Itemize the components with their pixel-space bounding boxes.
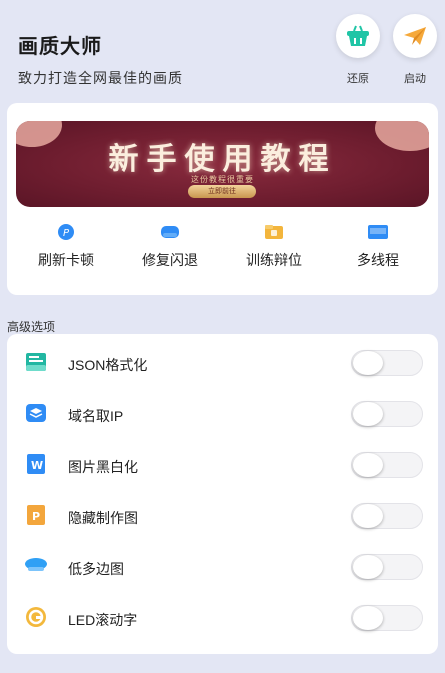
app-subtitle: 致力打造全网最佳的画质 (18, 70, 183, 86)
basket-icon (336, 14, 380, 58)
quick-action-multithread[interactable]: 多线程 (333, 223, 423, 270)
option-label: 图片黑白化 (68, 459, 138, 475)
json-format-toggle[interactable] (351, 350, 423, 376)
option-row-hidden-image: P 隐藏制作图 (7, 489, 438, 540)
hidden-image-toggle[interactable] (351, 503, 423, 529)
cloud-icon (159, 223, 181, 241)
word-doc-icon: W (24, 453, 48, 475)
quick-action-label: 训练辩位 (246, 252, 302, 268)
banner-subtitle: 这份教程很重要 (191, 175, 254, 184)
app-title: 画质大师 (18, 36, 102, 58)
led-text-toggle[interactable] (351, 605, 423, 631)
option-row-json: JSON格式化 (7, 336, 438, 387)
p-badge-icon: P (55, 223, 77, 241)
quick-action-label: 刷新卡顿 (38, 252, 94, 268)
folder-icon (263, 223, 285, 241)
option-row-domain-ip: 域名取IP (7, 387, 438, 438)
app-header: 画质大师 致力打造全网最佳的画质 还原 启动 (0, 0, 445, 100)
feature-card: 新手使用教程 这份教程很重要 立即前往 P 刷新卡顿 修复闪退 训练辩位 多线程 (7, 103, 438, 295)
ppt-doc-icon: P (24, 504, 48, 526)
quick-action-label: 多线程 (357, 252, 399, 268)
banner-title: 新手使用教程 (108, 142, 337, 177)
quick-action-fix-crash[interactable]: 修复闪退 (125, 223, 215, 270)
g-coin-icon (24, 606, 48, 628)
tutorial-banner[interactable]: 新手使用教程 这份教程很重要 立即前往 (16, 121, 429, 207)
option-row-grayscale: W 图片黑白化 (7, 438, 438, 489)
svg-text:P: P (32, 510, 40, 523)
low-poly-toggle[interactable] (351, 554, 423, 580)
toggle-knob (353, 402, 383, 426)
ocr-icon (367, 223, 389, 241)
svg-text:P: P (63, 228, 70, 239)
option-row-led-text: LED滚动字 (7, 591, 438, 642)
svg-text:W: W (31, 459, 43, 472)
quick-action-training[interactable]: 训练辩位 (229, 223, 319, 270)
grayscale-toggle[interactable] (351, 452, 423, 478)
launch-button[interactable]: 启动 (391, 14, 439, 86)
toggle-knob (353, 453, 383, 477)
restore-label: 还原 (347, 73, 369, 85)
option-label: JSON格式化 (68, 357, 148, 373)
toggle-knob (353, 606, 383, 630)
section-title: 高级选项 (7, 320, 56, 334)
inbox-icon (24, 351, 48, 373)
options-card: JSON格式化 域名取IP W 图片黑白化 P 隐藏制作图 低多边图 LED滚动… (7, 334, 438, 654)
option-label: LED滚动字 (68, 612, 138, 628)
cloud-icon (24, 555, 48, 577)
toggle-knob (353, 555, 383, 579)
quick-action-label: 修复闪退 (142, 252, 198, 268)
quick-action-refresh[interactable]: P 刷新卡顿 (21, 223, 111, 270)
launch-label: 启动 (404, 73, 426, 85)
banner-go-button[interactable]: 立即前往 (188, 185, 256, 198)
toggle-knob (353, 504, 383, 528)
option-label: 域名取IP (68, 408, 124, 424)
option-row-low-poly: 低多边图 (7, 540, 438, 591)
restore-button[interactable]: 还原 (334, 14, 382, 86)
toggle-knob (353, 351, 383, 375)
paper-plane-icon (393, 14, 437, 58)
layers-icon (24, 402, 48, 424)
domain-ip-toggle[interactable] (351, 401, 423, 427)
option-label: 低多边图 (68, 561, 124, 577)
option-label: 隐藏制作图 (68, 510, 138, 526)
